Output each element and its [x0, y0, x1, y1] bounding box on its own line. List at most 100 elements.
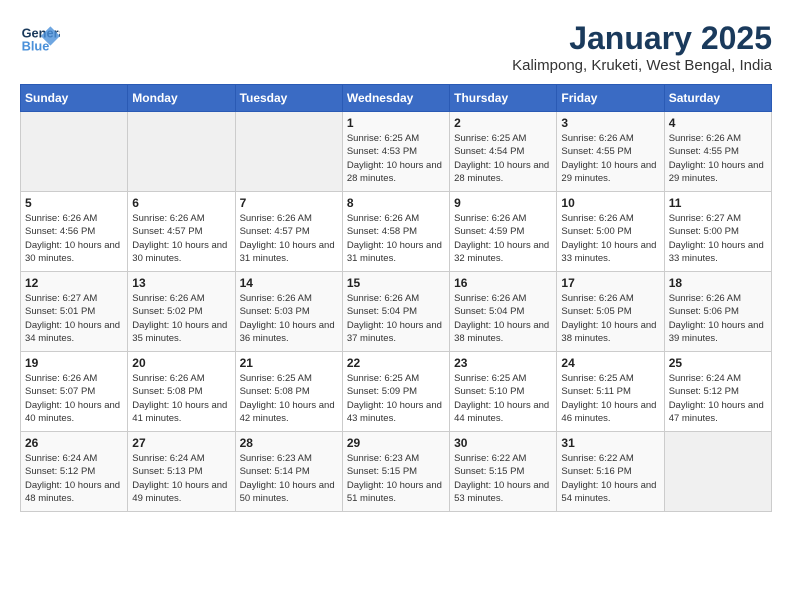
calendar-cell: 21 Sunrise: 6:25 AM Sunset: 5:08 PM Dayl…: [235, 352, 342, 432]
sunset-text: Sunset: 5:08 PM: [240, 386, 310, 397]
daylight-text: Daylight: 10 hours and 53 minutes.: [454, 480, 549, 504]
calendar-table: SundayMondayTuesdayWednesdayThursdayFrid…: [20, 84, 772, 512]
day-info: Sunrise: 6:24 AM Sunset: 5:12 PM Dayligh…: [669, 372, 767, 425]
day-info: Sunrise: 6:26 AM Sunset: 5:00 PM Dayligh…: [561, 212, 659, 265]
day-info: Sunrise: 6:26 AM Sunset: 5:07 PM Dayligh…: [25, 372, 123, 425]
day-info: Sunrise: 6:23 AM Sunset: 5:15 PM Dayligh…: [347, 452, 445, 505]
daylight-text: Daylight: 10 hours and 30 minutes.: [25, 240, 120, 264]
day-info: Sunrise: 6:25 AM Sunset: 5:09 PM Dayligh…: [347, 372, 445, 425]
day-info: Sunrise: 6:26 AM Sunset: 4:57 PM Dayligh…: [132, 212, 230, 265]
sunrise-text: Sunrise: 6:24 AM: [669, 373, 741, 384]
calendar-cell: 23 Sunrise: 6:25 AM Sunset: 5:10 PM Dayl…: [450, 352, 557, 432]
day-of-week-header: Tuesday: [235, 85, 342, 112]
sunset-text: Sunset: 4:57 PM: [132, 226, 202, 237]
daylight-text: Daylight: 10 hours and 54 minutes.: [561, 480, 656, 504]
day-info: Sunrise: 6:26 AM Sunset: 5:08 PM Dayligh…: [132, 372, 230, 425]
page-header: General Blue January 2025 Kalimpong, Kru…: [20, 20, 772, 74]
sunset-text: Sunset: 5:10 PM: [454, 386, 524, 397]
day-number: 8: [347, 196, 445, 210]
days-of-week-row: SundayMondayTuesdayWednesdayThursdayFrid…: [21, 85, 772, 112]
calendar-cell: 13 Sunrise: 6:26 AM Sunset: 5:02 PM Dayl…: [128, 272, 235, 352]
sunset-text: Sunset: 5:02 PM: [132, 306, 202, 317]
day-number: 25: [669, 356, 767, 370]
logo-icon: General Blue: [20, 20, 60, 60]
daylight-text: Daylight: 10 hours and 29 minutes.: [669, 160, 764, 184]
daylight-text: Daylight: 10 hours and 42 minutes.: [240, 400, 335, 424]
day-number: 16: [454, 276, 552, 290]
sunrise-text: Sunrise: 6:26 AM: [240, 213, 312, 224]
sunrise-text: Sunrise: 6:26 AM: [25, 213, 97, 224]
sunrise-text: Sunrise: 6:26 AM: [132, 373, 204, 384]
calendar-cell: 11 Sunrise: 6:27 AM Sunset: 5:00 PM Dayl…: [664, 192, 771, 272]
day-info: Sunrise: 6:22 AM Sunset: 5:16 PM Dayligh…: [561, 452, 659, 505]
calendar-cell: 8 Sunrise: 6:26 AM Sunset: 4:58 PM Dayli…: [342, 192, 449, 272]
calendar-cell: [128, 112, 235, 192]
sunrise-text: Sunrise: 6:26 AM: [25, 373, 97, 384]
day-number: 14: [240, 276, 338, 290]
calendar-cell: 1 Sunrise: 6:25 AM Sunset: 4:53 PM Dayli…: [342, 112, 449, 192]
sunrise-text: Sunrise: 6:25 AM: [347, 133, 419, 144]
sunset-text: Sunset: 5:07 PM: [25, 386, 95, 397]
calendar-body: 1 Sunrise: 6:25 AM Sunset: 4:53 PM Dayli…: [21, 112, 772, 512]
logo: General Blue: [20, 20, 65, 60]
sunset-text: Sunset: 5:06 PM: [669, 306, 739, 317]
sunrise-text: Sunrise: 6:26 AM: [347, 293, 419, 304]
daylight-text: Daylight: 10 hours and 47 minutes.: [669, 400, 764, 424]
day-number: 10: [561, 196, 659, 210]
calendar-cell: 17 Sunrise: 6:26 AM Sunset: 5:05 PM Dayl…: [557, 272, 664, 352]
day-number: 19: [25, 356, 123, 370]
day-info: Sunrise: 6:26 AM Sunset: 4:55 PM Dayligh…: [561, 132, 659, 185]
day-number: 17: [561, 276, 659, 290]
calendar-cell: 25 Sunrise: 6:24 AM Sunset: 5:12 PM Dayl…: [664, 352, 771, 432]
sunrise-text: Sunrise: 6:25 AM: [454, 133, 526, 144]
daylight-text: Daylight: 10 hours and 44 minutes.: [454, 400, 549, 424]
day-info: Sunrise: 6:26 AM Sunset: 4:56 PM Dayligh…: [25, 212, 123, 265]
calendar-cell: 15 Sunrise: 6:26 AM Sunset: 5:04 PM Dayl…: [342, 272, 449, 352]
daylight-text: Daylight: 10 hours and 30 minutes.: [132, 240, 227, 264]
day-of-week-header: Thursday: [450, 85, 557, 112]
day-number: 6: [132, 196, 230, 210]
sunrise-text: Sunrise: 6:26 AM: [132, 293, 204, 304]
sunset-text: Sunset: 4:53 PM: [347, 146, 417, 157]
sunrise-text: Sunrise: 6:27 AM: [25, 293, 97, 304]
day-number: 27: [132, 436, 230, 450]
sunset-text: Sunset: 5:03 PM: [240, 306, 310, 317]
sunrise-text: Sunrise: 6:26 AM: [561, 293, 633, 304]
day-number: 11: [669, 196, 767, 210]
sunrise-text: Sunrise: 6:26 AM: [240, 293, 312, 304]
sunset-text: Sunset: 5:11 PM: [561, 386, 631, 397]
sunset-text: Sunset: 5:09 PM: [347, 386, 417, 397]
day-info: Sunrise: 6:26 AM Sunset: 5:04 PM Dayligh…: [454, 292, 552, 345]
day-info: Sunrise: 6:25 AM Sunset: 5:08 PM Dayligh…: [240, 372, 338, 425]
day-number: 5: [25, 196, 123, 210]
sunrise-text: Sunrise: 6:24 AM: [132, 453, 204, 464]
daylight-text: Daylight: 10 hours and 51 minutes.: [347, 480, 442, 504]
day-number: 18: [669, 276, 767, 290]
day-info: Sunrise: 6:26 AM Sunset: 5:05 PM Dayligh…: [561, 292, 659, 345]
daylight-text: Daylight: 10 hours and 48 minutes.: [25, 480, 120, 504]
sunrise-text: Sunrise: 6:23 AM: [240, 453, 312, 464]
calendar-cell: 14 Sunrise: 6:26 AM Sunset: 5:03 PM Dayl…: [235, 272, 342, 352]
daylight-text: Daylight: 10 hours and 32 minutes.: [454, 240, 549, 264]
sunset-text: Sunset: 4:59 PM: [454, 226, 524, 237]
sunrise-text: Sunrise: 6:26 AM: [669, 133, 741, 144]
calendar-cell: 29 Sunrise: 6:23 AM Sunset: 5:15 PM Dayl…: [342, 432, 449, 512]
sunset-text: Sunset: 4:56 PM: [25, 226, 95, 237]
calendar-cell: 27 Sunrise: 6:24 AM Sunset: 5:13 PM Dayl…: [128, 432, 235, 512]
sunset-text: Sunset: 5:05 PM: [561, 306, 631, 317]
calendar-header: SundayMondayTuesdayWednesdayThursdayFrid…: [21, 85, 772, 112]
calendar-cell: 26 Sunrise: 6:24 AM Sunset: 5:12 PM Dayl…: [21, 432, 128, 512]
sunset-text: Sunset: 5:15 PM: [454, 466, 524, 477]
daylight-text: Daylight: 10 hours and 28 minutes.: [347, 160, 442, 184]
calendar-week-row: 1 Sunrise: 6:25 AM Sunset: 4:53 PM Dayli…: [21, 112, 772, 192]
calendar-cell: 10 Sunrise: 6:26 AM Sunset: 5:00 PM Dayl…: [557, 192, 664, 272]
day-info: Sunrise: 6:26 AM Sunset: 4:55 PM Dayligh…: [669, 132, 767, 185]
daylight-text: Daylight: 10 hours and 29 minutes.: [561, 160, 656, 184]
daylight-text: Daylight: 10 hours and 33 minutes.: [561, 240, 656, 264]
sunset-text: Sunset: 5:00 PM: [669, 226, 739, 237]
sunrise-text: Sunrise: 6:23 AM: [347, 453, 419, 464]
day-info: Sunrise: 6:24 AM Sunset: 5:13 PM Dayligh…: [132, 452, 230, 505]
day-number: 4: [669, 116, 767, 130]
sunset-text: Sunset: 5:16 PM: [561, 466, 631, 477]
day-info: Sunrise: 6:25 AM Sunset: 4:53 PM Dayligh…: [347, 132, 445, 185]
